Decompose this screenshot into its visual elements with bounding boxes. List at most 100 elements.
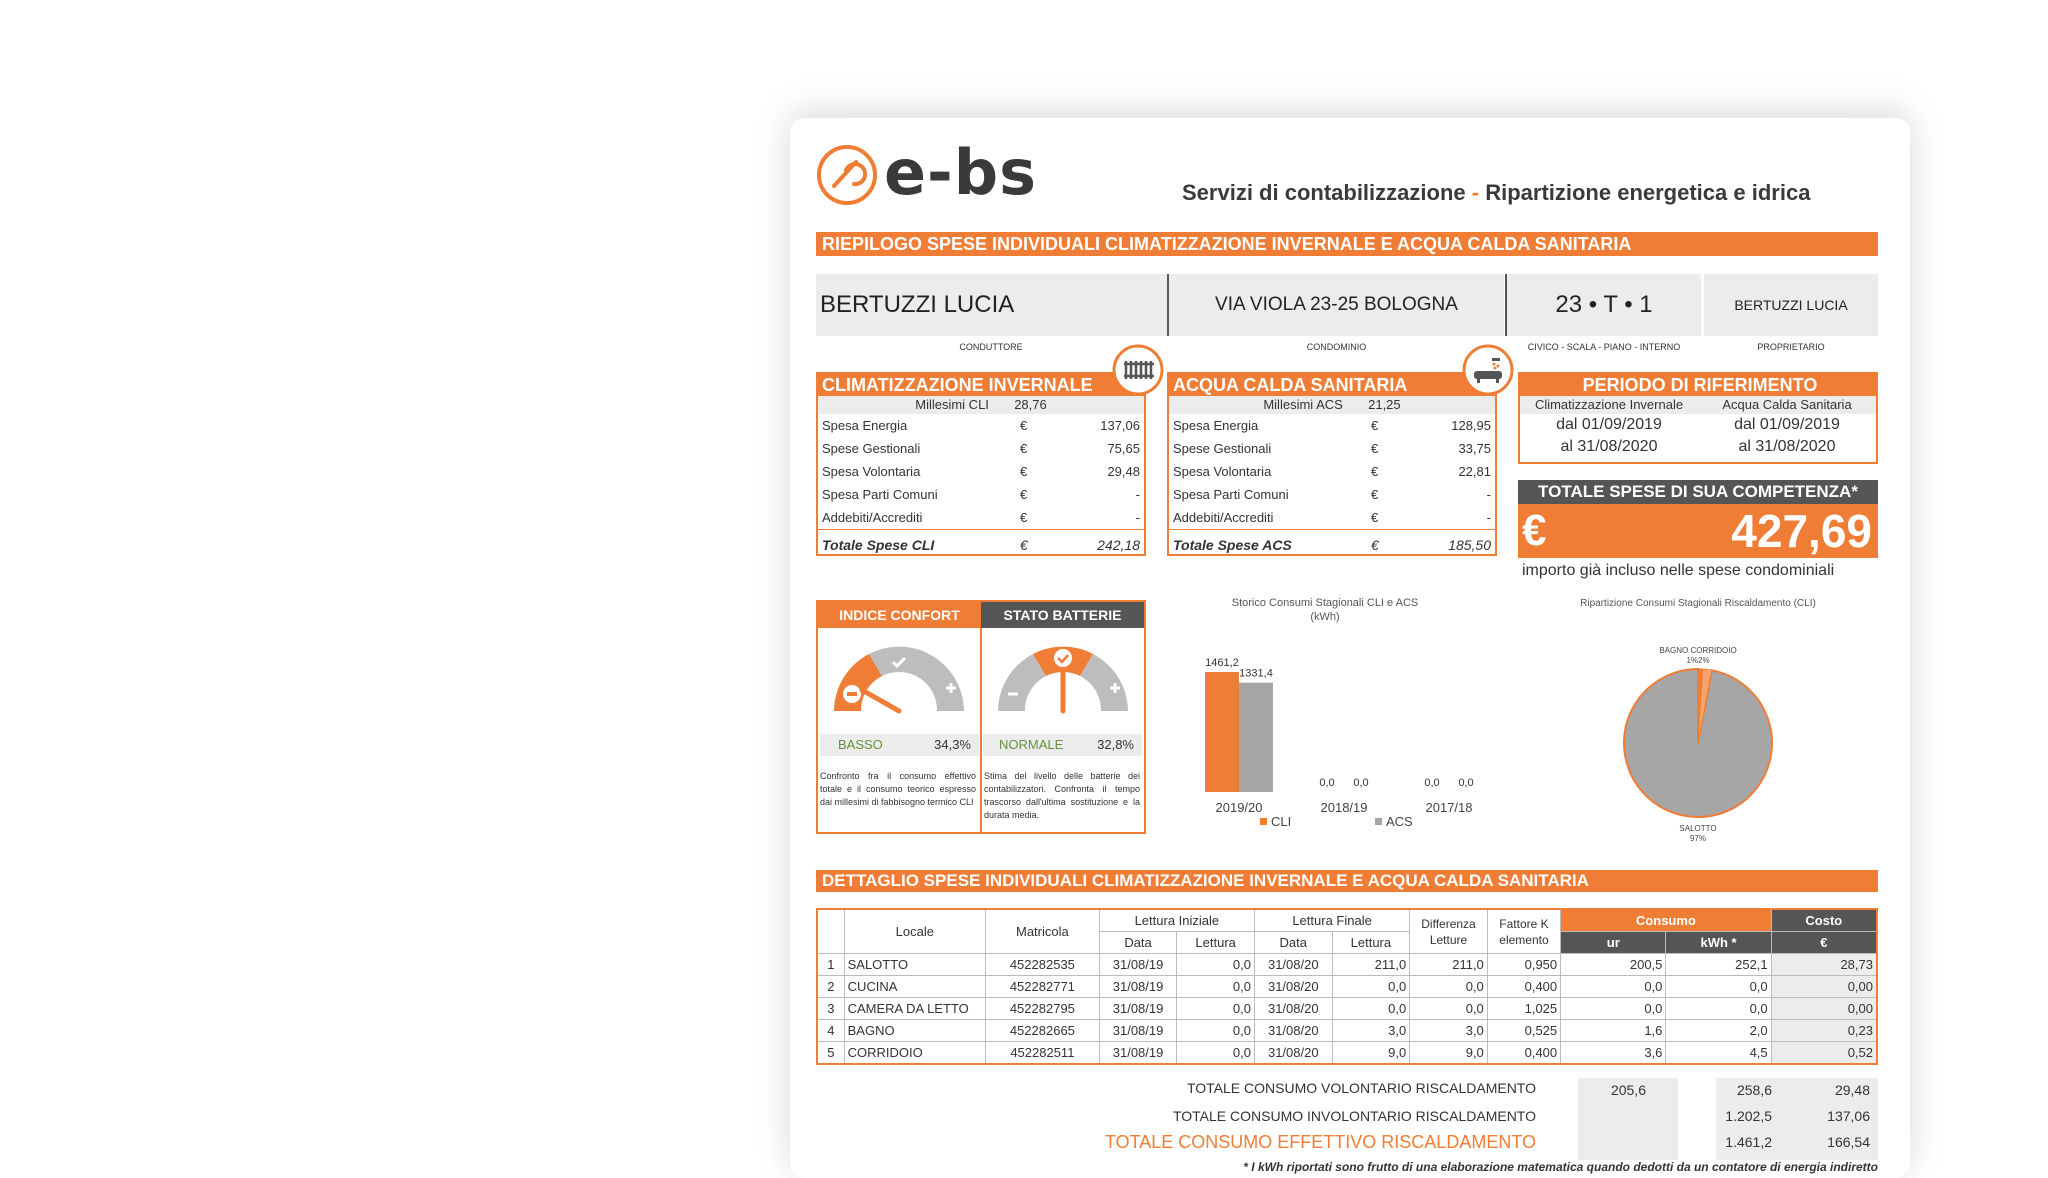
radiator-icon (1112, 344, 1164, 396)
cli-cost-row: Addebiti/Accrediti € - (822, 510, 1140, 525)
pie-top-pct: 1%2% (1686, 656, 1709, 665)
x-tick-label: 2019/20 (1216, 800, 1263, 815)
bar-data-label: 1461,2 (1205, 657, 1239, 669)
periodo-cli-al: al 31/08/2020 (1560, 438, 1658, 455)
col-lettura-iniziale: Lettura Iniziale (1098, 908, 1255, 932)
totale-amount-box: € 427,69 (1518, 504, 1878, 558)
header-tagline: Servizi di contabilizzazione - Ripartizi… (1182, 180, 1811, 205)
periodo-col-acs: Acqua Calda Sanitaria (1722, 397, 1852, 412)
col-costo: Costo (1770, 908, 1878, 932)
legend-swatch-acs (1375, 818, 1382, 825)
cli-cost-row: Spesa Volontaria €29,48 (822, 464, 1140, 479)
acs-panel-title: ACQUA CALDA SANITARIA (1169, 374, 1495, 396)
owner-name: BERTUZZI LUCIA (1704, 274, 1878, 336)
col-lettura-iniz: Lettura (1176, 931, 1255, 954)
bar-cli-2019/20 (1205, 672, 1239, 792)
totale-note: importo già incluso nelle spese condomin… (1522, 562, 1835, 579)
col-consumo: Consumo (1560, 908, 1772, 932)
caption-civico: CIVICO - SCALA - PIANO - INTERNO (1527, 342, 1681, 352)
col-lettura-finale: Lettura Finale (1253, 908, 1411, 932)
col-locale: Locale (843, 908, 987, 954)
caption-condominio: CONDOMINIO (1306, 342, 1367, 352)
periodo-title: PERIODO DI RIFERIMENTO (1520, 374, 1876, 396)
x-tick-label: 2017/18 (1426, 800, 1473, 815)
col-kwh: kWh * (1665, 931, 1772, 954)
col-matricola: Matricola (985, 908, 1100, 954)
tot-effettivo-label: TOTALE CONSUMO EFFETTIVO RISCALDAMENTO (1104, 1132, 1536, 1152)
col-data-iniz: Data (1098, 931, 1178, 954)
col-differenza: Differenza Letture (1409, 908, 1488, 954)
batterie-title: STATO BATTERIE (981, 602, 1144, 628)
bar-data-label: 1331,4 (1239, 668, 1273, 680)
acs-cost-row: Spesa Energia €128,95 (1173, 418, 1491, 433)
consumption-bar-chart: 1461,21331,4 2019/20 0,0 0,0 2018/19 0,0 0,0 20… (1205, 657, 1474, 828)
bathtub-icon (1462, 344, 1514, 396)
cli-millesimi: Millesimi CLI 28,76 (818, 396, 1144, 414)
tot-involontario-label: TOTALE CONSUMO INVOLONTARIO RISCALDAMENT… (1172, 1108, 1536, 1124)
pie-top-labels: BAGNO CORRIDOIO (1659, 646, 1736, 655)
pie-pct-salotto: 97% (1690, 834, 1706, 843)
confort-gauge-icon (834, 646, 964, 714)
tot-volontario-ur: 205,6 (1610, 1082, 1646, 1098)
periodo-cli-dal: dal 01/09/2019 (1556, 416, 1662, 433)
periodo-col-cli: Climatizzazione Invernale (1534, 397, 1684, 412)
legend-label-cli: CLI (1271, 814, 1291, 828)
periodo-acs-dal: dal 01/09/2019 (1734, 416, 1840, 433)
acs-cost-row: Addebiti/Accrediti € - (1173, 510, 1491, 525)
summary-title-bar: RIEPILOGO SPESE INDIVIDUALI CLIMATIZZAZI… (816, 232, 1878, 256)
tot-effettivo-eur: 166,54 (1827, 1134, 1870, 1150)
acs-total-row: Totale Spese ACS €185,50 (1169, 529, 1495, 560)
totale-amount: 427,69 (1731, 505, 1872, 557)
totale-title: TOTALE SPESE DI SUA COMPETENZA* (1518, 480, 1878, 504)
batterie-level: NORMALE (999, 737, 1064, 752)
bar-data-label: 0,0 (1353, 777, 1368, 789)
cli-panel: CLIMATIZZAZIONE INVERNALE Millesimi CLI … (816, 372, 1146, 556)
bar-acs-2019/20 (1239, 682, 1273, 792)
confort-title: INDICE CONFORT (818, 602, 981, 628)
col-eur: € (1770, 931, 1878, 954)
building-address: VIA VIOLA 23-25 BOLOGNA (1169, 274, 1504, 336)
bar-data-label: 0,0 (1424, 777, 1439, 789)
cli-total-row: Totale Spese CLI €242,18 (818, 529, 1144, 560)
caption-proprietario: PROPRIETARIO (1757, 342, 1825, 352)
x-tick-label: 2018/19 (1321, 800, 1368, 815)
bar-data-label: 0,0 (1458, 777, 1473, 789)
acs-cost-row: Spese Gestionali €33,75 (1173, 441, 1491, 456)
bar-data-label: 0,0 (1319, 777, 1334, 789)
cli-panel-title: CLIMATIZZAZIONE INVERNALE (818, 374, 1144, 396)
ebs-logo-icon (817, 145, 877, 205)
divider (1167, 274, 1169, 336)
tot-effettivo-kwh: 1.461,2 (1725, 1134, 1772, 1150)
table-row: 3 CAMERA DA LETTO 452282795 31/08/19 0,0 31/0… (815, 997, 1878, 1020)
periodo-acs-al: al 31/08/2020 (1738, 438, 1836, 455)
confort-description: Confronto fra il consumo effettivo total… (820, 771, 976, 807)
confort-level: BASSO (838, 737, 883, 752)
col-lettura-fin: Lettura (1331, 931, 1411, 954)
legend-label-acs: ACS (1386, 814, 1413, 828)
battery-gauge-icon (998, 646, 1128, 714)
periodo-panel: PERIODO DI RIFERIMENTO Climatizzazione I… (1518, 372, 1878, 464)
col-data-fin: Data (1253, 931, 1333, 954)
detail-title-bar: DETTAGLIO SPESE INDIVIDUALI CLIMATIZZAZI… (816, 870, 1878, 892)
bar-chart-subtitle: (kWh) (1310, 611, 1340, 623)
batterie-description: Stima del livello delle batterie dei con… (984, 771, 1140, 820)
divider (1505, 274, 1507, 336)
col-ur: ur (1560, 931, 1667, 954)
acs-cost-row: Spesa Volontaria €22,81 (1173, 464, 1491, 479)
unit-code: 23 • T • 1 (1507, 274, 1701, 336)
tot-involontario-eur: 137,06 (1827, 1108, 1870, 1124)
pie-chart-title: Ripartizione Consumi Stagionali Riscalda… (1580, 598, 1816, 609)
tot-involontario-kwh: 1.202,5 (1725, 1108, 1772, 1124)
tot-volontario-kwh: 258,6 (1736, 1082, 1772, 1098)
totale-currency: € (1522, 506, 1547, 555)
pie-label-salotto: SALOTTO (1679, 824, 1716, 833)
gauges-panel: INDICE CONFORT STATO BATTERIE BASSO 34,3… (816, 600, 1146, 834)
room-pie-chart: BAGNO CORRIDOIO1%2% SALOTTO97% (1623, 646, 1773, 843)
bill-document: e-bs Servizi di contabilizzazione - Ripa… (790, 118, 1910, 1178)
tenant-name: BERTUZZI LUCIA (816, 274, 1170, 336)
cli-cost-row: Spesa Parti Comuni € - (822, 487, 1140, 502)
cli-cost-row: Spesa Energia €137,06 (822, 418, 1140, 433)
bar-chart-title: Storico Consumi Stagionali CLI e ACS (1231, 597, 1419, 609)
table-row: 5 CORRIDOIO 452282511 31/08/19 0,0 31/08/20 9,… (815, 1041, 1878, 1065)
divider (980, 628, 982, 832)
